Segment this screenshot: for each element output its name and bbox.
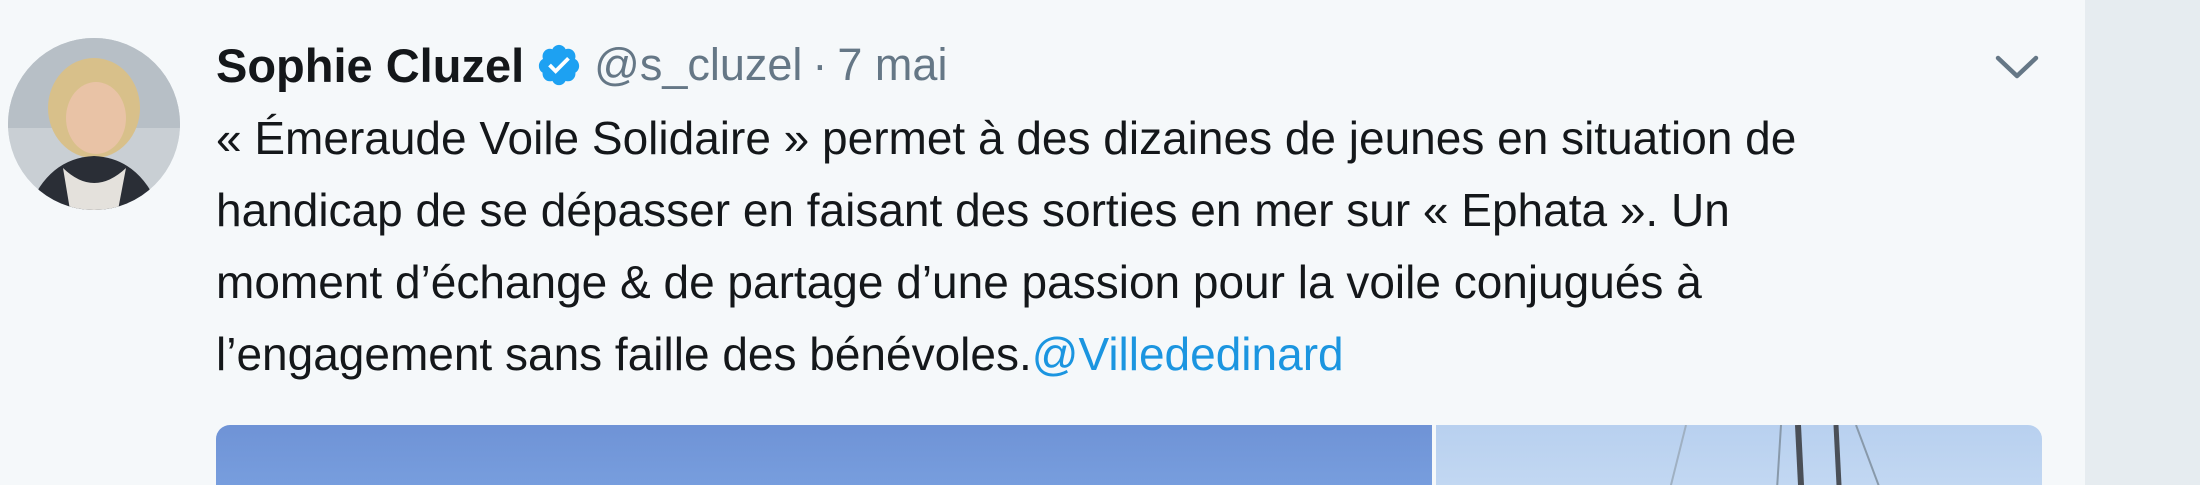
sailboat-masts	[1669, 425, 1880, 485]
tweet-card[interactable]: Sophie Cluzel @s_cluzel · 7 mai « Émerau…	[0, 0, 2085, 485]
header-separator: ·	[812, 39, 828, 90]
page: Sophie Cluzel @s_cluzel · 7 mai « Émerau…	[0, 0, 2200, 485]
tweet-text-line-last: l’engagement sans faille des bénévoles.@…	[216, 318, 2056, 390]
tweet-text: « Émeraude Voile Solidaire » permet à de…	[216, 102, 2056, 390]
avatar[interactable]	[8, 38, 180, 210]
verified-badge-icon	[536, 42, 582, 88]
media-grid	[216, 425, 2042, 485]
avatar-image	[8, 38, 180, 210]
media-photo-2[interactable]	[1436, 425, 2042, 485]
tweet-header: Sophie Cluzel @s_cluzel · 7 mai	[216, 30, 947, 100]
tweet-text-fragment: l’engagement sans faille des bénévoles.	[216, 328, 1032, 380]
author-handle[interactable]: @s_cluzel	[594, 39, 802, 91]
tweet-text-line: moment d’échange & de partage d’une pass…	[216, 256, 1702, 308]
tweet-text-line: « Émeraude Voile Solidaire » permet à de…	[216, 112, 1797, 164]
author-name[interactable]: Sophie Cluzel	[216, 38, 524, 93]
tweet-text-line: handicap de se dépasser en faisant des s…	[216, 184, 1730, 236]
chevron-down-icon[interactable]	[1994, 52, 2040, 82]
mention-link[interactable]: @Villededinard	[1032, 328, 1344, 380]
media-photo-1[interactable]	[216, 425, 1432, 485]
tweet-date[interactable]: 7 mai	[837, 39, 947, 91]
right-gutter	[2085, 0, 2200, 485]
